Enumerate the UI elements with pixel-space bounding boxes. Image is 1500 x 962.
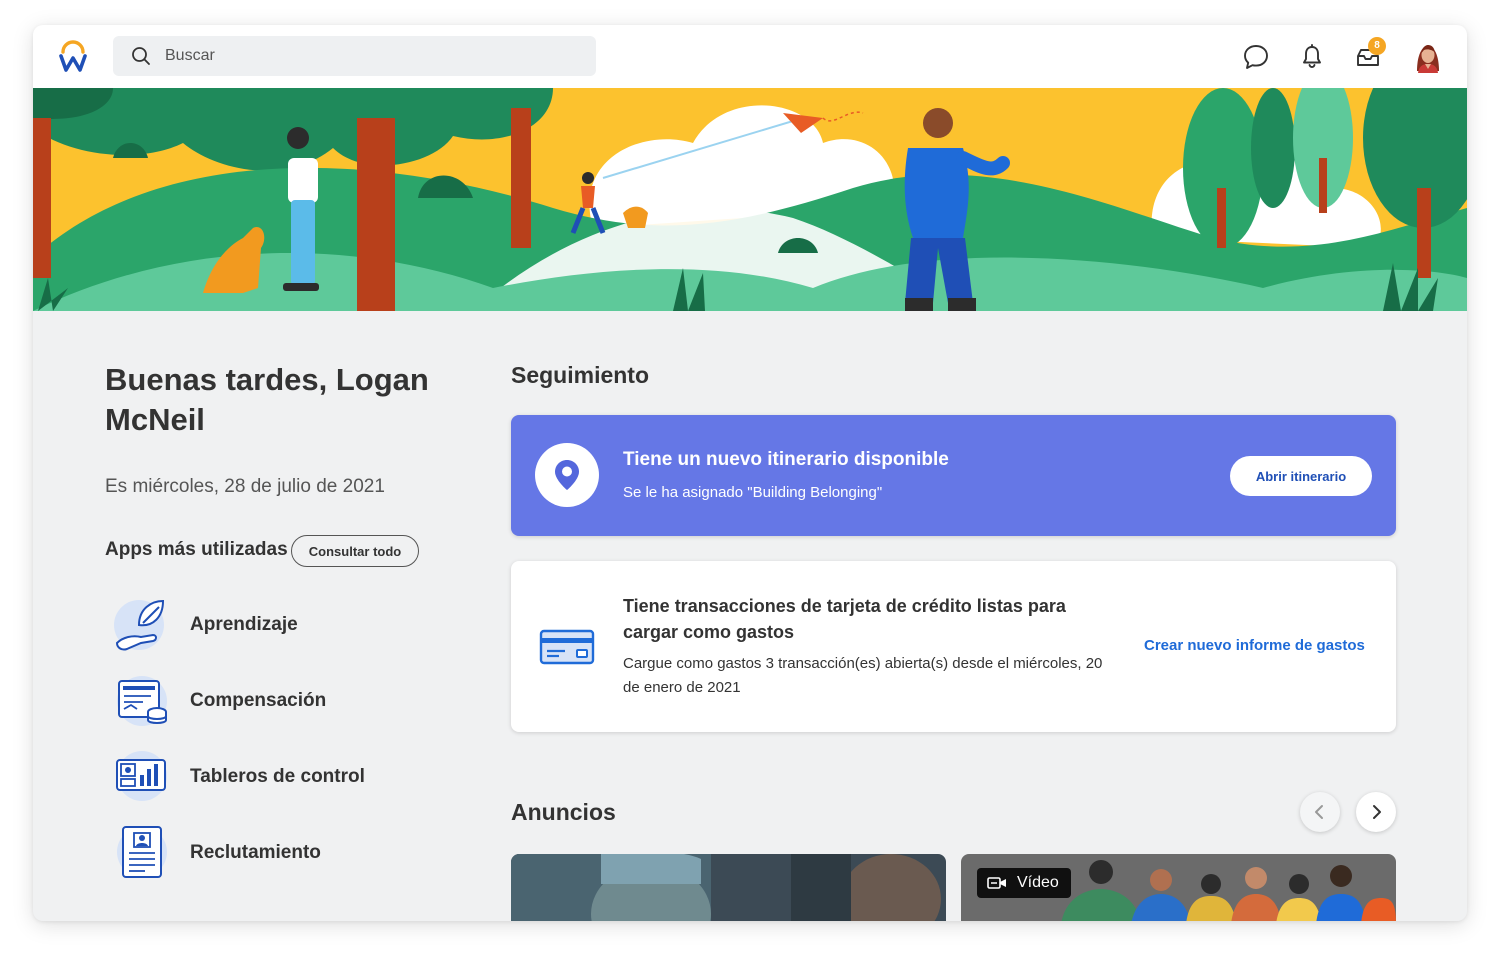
announcement-card[interactable] [511,854,946,921]
announcements-title: Anuncios [511,799,616,825]
search-input[interactable] [165,36,585,76]
learning-icon [114,599,165,651]
video-label: Vídeo [1017,874,1059,891]
top-bar: 8 [33,25,1467,88]
bell-icon[interactable] [1297,42,1327,72]
carousel-prev-button[interactable] [1300,792,1340,832]
app-item-label: Aprendizaje [190,614,298,635]
expenses-description: Cargue como gastos 3 transacción(es) abi… [623,655,1103,696]
welcome-banner-illustration [33,88,1467,311]
avatar[interactable] [1413,39,1443,73]
followup-title: Seguimiento [511,362,650,388]
greeting-title: Buenas tardes, Logan McNeil [105,362,429,437]
app-item-label: Reclutamiento [190,842,321,863]
itinerary-subtitle: Se le ha asignado "Building Belonging" [623,484,883,501]
app-item-label: Tableros de control [190,766,365,787]
create-expense-report-link[interactable]: Crear nuevo informe de gastos [1144,637,1365,654]
credit-card-icon [539,629,595,665]
search-icon [132,47,150,65]
app-item-label: Compensación [190,690,327,711]
chevron-left-icon [1315,805,1323,819]
recruiting-icon [117,826,167,878]
itinerary-card: Tiene un nuevo itinerario disponible Se … [511,415,1396,536]
open-itinerary-button[interactable]: Abrir itinerario [1230,456,1372,496]
search-bar[interactable] [113,36,596,76]
carousel-next-button[interactable] [1356,792,1396,832]
video-badge: Vídeo [977,868,1071,898]
see-all-apps-button[interactable]: Consultar todo [291,535,419,567]
expenses-card: Tiene transacciones de tarjeta de crédit… [511,561,1396,732]
inbox-badge: 8 [1368,37,1386,55]
app-item-recruiting[interactable]: Reclutamiento [113,823,433,883]
greeting-date: Es miércoles, 28 de julio de 2021 [105,476,385,497]
video-camera-icon [987,877,1006,889]
location-pin-icon [535,443,599,507]
frequent-apps-title: Apps más utilizadas [105,539,288,560]
chat-icon[interactable] [1241,42,1271,72]
app-item-dashboards[interactable]: Tableros de control [113,747,433,807]
workday-logo[interactable] [57,39,89,73]
announcement-video-card[interactable]: Vídeo [961,854,1396,921]
app-item-learning[interactable]: Aprendizaje [113,595,433,655]
expenses-title: Tiene transacciones de tarjeta de crédit… [623,596,1066,642]
app-window: 8 [33,25,1467,921]
announcement-image [511,854,946,921]
dashboard-icon [116,751,167,801]
app-item-compensation[interactable]: Compensación [113,671,433,731]
compensation-icon [117,676,167,726]
chevron-right-icon [1373,805,1381,819]
itinerary-title: Tiene un nuevo itinerario disponible [623,449,949,470]
